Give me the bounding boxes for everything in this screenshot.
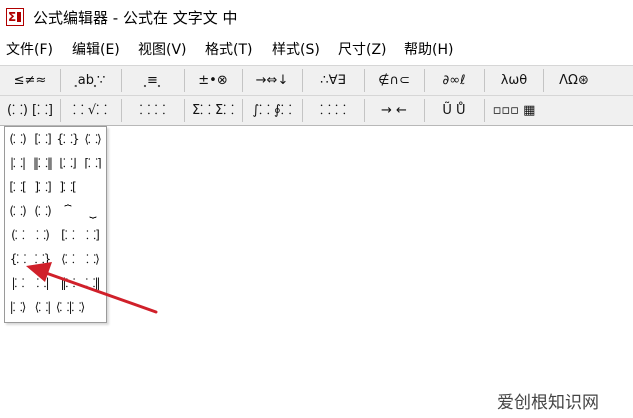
left-bracket-template[interactable]: [⸬ — [55, 223, 80, 247]
arrows-palette-button[interactable]: →⇔↓ — [246, 68, 298, 93]
menu-help[interactable]: 帮助(H) — [404, 41, 453, 59]
script-templates-button[interactable]: ⸬ ⸬ — [125, 98, 180, 123]
menu-view[interactable]: 视图(V) — [138, 41, 187, 59]
right-brace-template[interactable]: ⸬} — [30, 247, 55, 271]
template-row: [⸬[ ]⸬] ]⸬[ — [5, 175, 106, 199]
palette-separator — [364, 99, 365, 122]
palette-separator — [484, 99, 485, 122]
menu-size[interactable]: 尺寸(Z) — [338, 41, 387, 59]
palette-separator — [302, 99, 303, 122]
summation-templates-button[interactable]: Σ⸬ Σ⸬ — [188, 98, 238, 123]
empty-template-cell — [80, 175, 105, 199]
logic-palette-button[interactable]: ∴∀∃ — [306, 68, 360, 93]
round-fence-alt-template[interactable]: (⸬) — [30, 199, 55, 223]
watermark-text: 爱创根知识网 — [497, 393, 599, 413]
fraction-radical-templates-button[interactable]: ⸬ √⸬ — [64, 98, 116, 123]
braces-template[interactable]: {⸬} — [55, 127, 80, 151]
template-row: {⸬ ⸬} ⟨⸬ ⸬⟩ — [5, 247, 106, 271]
bra-template[interactable]: ⟨⸬| — [30, 295, 55, 319]
template-row: |⸬⟩ ⟨⸬| ⟨⸬|⸬⟩ — [5, 295, 106, 319]
template-row: (⸬ ⸬) [⸬ ⸬] — [5, 223, 106, 247]
right-bar-template[interactable]: ⸬| — [30, 271, 55, 295]
formula-editor-icon[interactable]: Σ — [6, 8, 24, 26]
palette-separator — [184, 69, 185, 92]
fence-template-dropdown: (⸬) [⸬] {⸬} ⟨⸬⟩ |⸬| ‖⸬‖ ⌊⸬⌋ ⌈⸬⌉ [⸬[ ]⸬] … — [4, 126, 107, 323]
arrow-templates-button[interactable]: → ← — [368, 98, 420, 123]
integral-templates-button[interactable]: ∫⸬ ∮⸬ — [246, 98, 298, 123]
underbrace-template[interactable]: ⏟ — [80, 199, 105, 223]
embellishments-palette-button[interactable]: ⸼≡⸼ — [125, 68, 180, 93]
absolute-value-template[interactable]: |⸬| — [5, 151, 30, 175]
template-row: (⸬) [⸬] {⸬} ⟨⸬⟩ — [5, 127, 106, 151]
relations-palette-button[interactable]: ≤≠≈ — [4, 68, 56, 93]
sigma-glyph: Σ — [8, 10, 17, 24]
icon-bar — [17, 12, 21, 22]
misc-symbols-palette-button[interactable]: ∂∞ℓ — [428, 68, 480, 93]
operators-palette-button[interactable]: ±•⊗ — [188, 68, 238, 93]
palette-separator — [121, 69, 122, 92]
palette-separator — [424, 69, 425, 92]
title-bar: Σ 公式编辑器 - 公式在 文字文 中 — [0, 0, 633, 36]
floor-template[interactable]: ⌊⸬⌋ — [55, 151, 80, 175]
menu-file[interactable]: 文件(F) — [6, 41, 53, 59]
template-row: |⸬| ‖⸬‖ ⌊⸬⌋ ⌈⸬⌉ — [5, 151, 106, 175]
spaces-palette-button[interactable]: ⸼ab⸼∵ — [64, 68, 116, 93]
round-fence-template[interactable]: (⸬) — [5, 199, 30, 223]
symbol-palette-row: ≤≠≈ ⸼ab⸼∵ ⸼≡⸼ ±•⊗ →⇔↓ ∴∀∃ ∉∩⊂ ∂∞ℓ λωθ ΛΩ… — [0, 65, 633, 95]
brackets-template[interactable]: [⸬] — [30, 127, 55, 151]
palette-separator — [60, 69, 61, 92]
greek-upper-palette-button[interactable]: ΛΩ⊛ — [547, 68, 601, 93]
interval-open-template[interactable]: ]⸬[ — [55, 175, 80, 199]
bra-ket-template[interactable]: ⟨⸬|⸬⟩ — [55, 295, 85, 319]
palette-separator — [484, 69, 485, 92]
site-watermark: 爱创根知识网 — [497, 388, 599, 413]
window-title: 公式编辑器 - 公式在 文字文 中 — [33, 9, 238, 27]
norm-template[interactable]: ‖⸬‖ — [30, 151, 55, 175]
template-row: |⸬ ⸬| ‖⸬ ⸬‖ — [5, 271, 106, 295]
overbrace-template[interactable]: ⏞ — [55, 199, 80, 223]
palette-separator — [242, 69, 243, 92]
bar-templates-button[interactable]: ⸬ ⸬ — [306, 98, 360, 123]
fence-templates-button[interactable]: (⸬) [⸬] — [4, 98, 56, 123]
template-row: (⸬) (⸬) ⏞ ⏟ — [5, 199, 106, 223]
interval-right-closed-template[interactable]: ]⸬] — [30, 175, 55, 199]
right-double-bar-template[interactable]: ⸬‖ — [80, 271, 105, 295]
palette-separator — [242, 99, 243, 122]
matrix-templates-button[interactable]: ▫▫▫ ▦ — [488, 98, 540, 123]
palette-separator — [302, 69, 303, 92]
menu-style[interactable]: 样式(S) — [272, 41, 320, 59]
palette-separator — [121, 99, 122, 122]
right-bracket-template[interactable]: ⸬] — [80, 223, 105, 247]
palette-separator — [60, 99, 61, 122]
interval-left-closed-template[interactable]: [⸬[ — [5, 175, 30, 199]
ket-template[interactable]: |⸬⟩ — [5, 295, 30, 319]
left-double-bar-template[interactable]: ‖⸬ — [55, 271, 80, 295]
ceiling-template[interactable]: ⌈⸬⌉ — [80, 151, 105, 175]
left-brace-template[interactable]: {⸬ — [5, 247, 30, 271]
template-palette-row: (⸬) [⸬] ⸬ √⸬ ⸬ ⸬ Σ⸬ Σ⸬ ∫⸬ ∮⸬ ⸬ ⸬ → ← Ũ Ů… — [0, 95, 633, 126]
left-paren-template[interactable]: (⸬ — [5, 223, 30, 247]
palette-separator — [184, 99, 185, 122]
menu-bar: 文件(F) 编辑(E) 视图(V) 格式(T) 样式(S) 尺寸(Z) 帮助(H… — [0, 38, 633, 62]
parentheses-template[interactable]: (⸬) — [5, 127, 30, 151]
menu-format[interactable]: 格式(T) — [205, 41, 252, 59]
menu-edit[interactable]: 编辑(E) — [72, 41, 120, 59]
greek-lower-palette-button[interactable]: λωθ — [488, 68, 540, 93]
palette-separator — [424, 99, 425, 122]
right-paren-template[interactable]: ⸬) — [30, 223, 55, 247]
left-bar-template[interactable]: |⸬ — [5, 271, 30, 295]
palette-separator — [543, 69, 544, 92]
sets-palette-button[interactable]: ∉∩⊂ — [368, 68, 420, 93]
angle-brackets-template[interactable]: ⟨⸬⟩ — [80, 127, 105, 151]
product-templates-button[interactable]: Ũ Ů — [428, 98, 480, 123]
right-angle-template[interactable]: ⸬⟩ — [80, 247, 105, 271]
left-angle-template[interactable]: ⟨⸬ — [55, 247, 80, 271]
palette-separator — [364, 69, 365, 92]
